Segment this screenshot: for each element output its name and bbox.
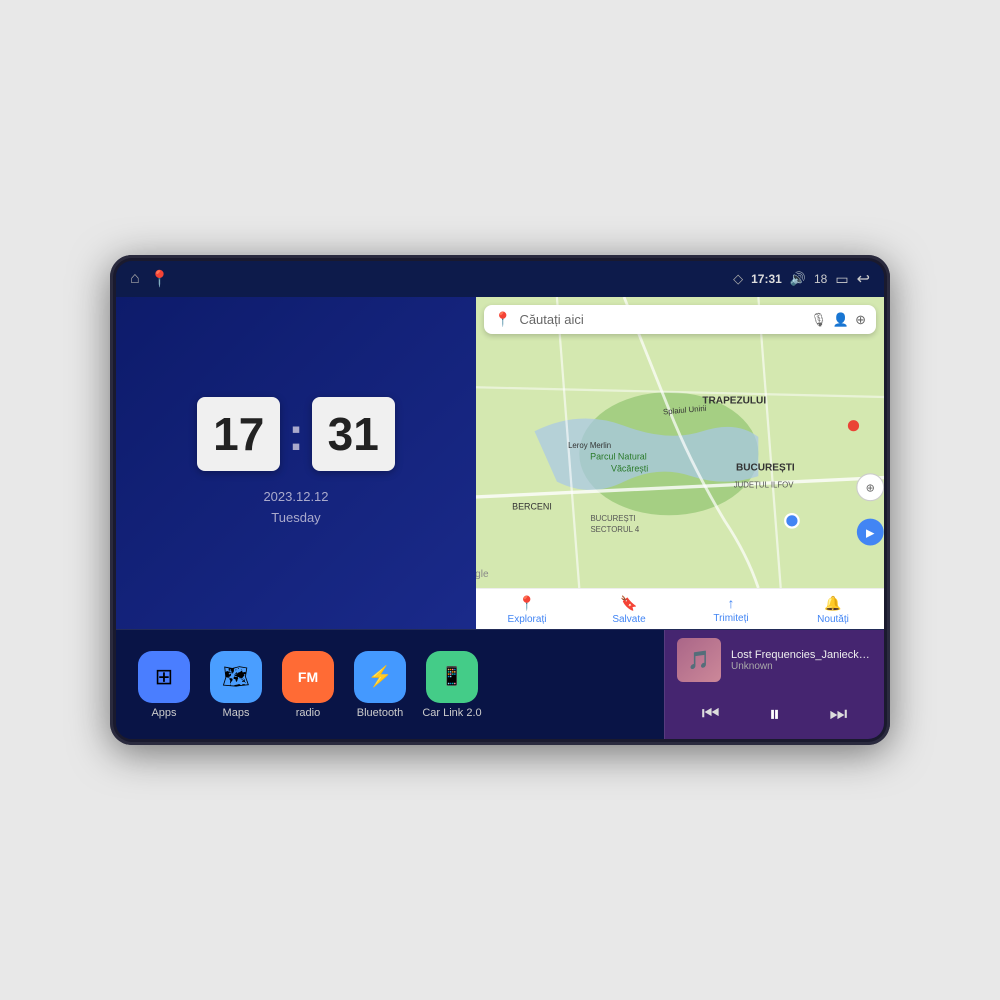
maps-nav-icon[interactable]: 📍 [150, 269, 170, 289]
map-body: TRAPEZULUI BUCUREȘTI JUDEȚUL ILFOV BERCE… [476, 297, 884, 588]
battery-icon: ▭ [835, 271, 848, 288]
device-screen: ⌂ 📍 ◇ 17:31 🔊 18 ▭ ↩ 17 : [116, 261, 884, 739]
account-icon[interactable]: 👤 [833, 312, 849, 328]
clock-hour: 17 [197, 397, 280, 471]
app-item-bluetooth[interactable]: ⚡ Bluetooth [348, 651, 412, 719]
music-artist: Unknown [731, 661, 872, 672]
prev-button[interactable]: ⏮ [694, 699, 728, 730]
news-icon: 🔔 [824, 595, 841, 612]
clock-colon: : [288, 397, 303, 471]
music-info-section: 🎵 Lost Frequencies_Janieck Devy-... Unkn… [677, 638, 872, 682]
map-tab-exploreaza-label: Explorați [508, 614, 547, 625]
map-tab-trimiteti[interactable]: ↑ Trimiteți [680, 595, 782, 625]
map-tab-salvate[interactable]: 🔖 Salvate [578, 595, 680, 625]
svg-text:BERCENI: BERCENI [512, 502, 552, 512]
radio-label: radio [296, 707, 320, 719]
clock-minute: 31 [312, 397, 395, 471]
gps-icon: ◇ [733, 271, 743, 287]
clock-display: 17 : 31 [197, 397, 395, 471]
map-bottom-bar: 📍 Explorați 🔖 Salvate ↑ Trimiteți 🔔 [476, 588, 884, 629]
apps-section: ⊞ Apps 🗺 Maps FM radio ⚡ Bluetooth [116, 630, 664, 739]
svg-text:Văcărești: Văcărești [611, 464, 648, 474]
back-icon[interactable]: ↩ [857, 269, 870, 289]
apps-label: Apps [151, 707, 176, 719]
music-title: Lost Frequencies_Janieck Devy-... [731, 649, 872, 661]
map-search-text: Căutați aici [519, 312, 802, 327]
car-display-device: ⌂ 📍 ◇ 17:31 🔊 18 ▭ ↩ 17 : [110, 255, 890, 745]
svg-text:SECTORUL 4: SECTORUL 4 [590, 525, 639, 534]
maps-label: Maps [223, 707, 250, 719]
map-tab-exploreaza[interactable]: 📍 Explorați [476, 595, 578, 625]
map-tab-trimiteti-label: Trimiteți [713, 613, 748, 624]
explore-icon: 📍 [518, 595, 535, 612]
layers-icon[interactable]: ⊕ [855, 312, 866, 328]
bottom-section: ⊞ Apps 🗺 Maps FM radio ⚡ Bluetooth [116, 629, 884, 739]
map-search-bar[interactable]: 📍 Căutați aici 🎙 👤 ⊕ [484, 305, 876, 334]
map-pin-icon: 📍 [494, 311, 511, 328]
bluetooth-icon: ⚡ [354, 651, 406, 703]
mic-icon[interactable]: 🎙 [810, 312, 827, 328]
svg-text:TRAPEZULUI: TRAPEZULUI [702, 395, 766, 406]
main-content: 17 : 31 2023.12.12 Tuesday 📍 Căutați aic… [116, 297, 884, 739]
radio-icon: FM [282, 651, 334, 703]
status-bar: ⌂ 📍 ◇ 17:31 🔊 18 ▭ ↩ [116, 261, 884, 297]
app-item-radio[interactable]: FM radio [276, 651, 340, 719]
svg-text:BUCUREȘTI: BUCUREȘTI [590, 514, 635, 523]
bluetooth-label: Bluetooth [357, 707, 403, 719]
music-info: Lost Frequencies_Janieck Devy-... Unknow… [731, 649, 872, 672]
app-item-carlink[interactable]: 📱 Car Link 2.0 [420, 651, 484, 719]
app-item-apps[interactable]: ⊞ Apps [132, 651, 196, 719]
clock-date: 2023.12.12 Tuesday [263, 487, 328, 529]
map-tab-noutati[interactable]: 🔔 Noutăți [782, 595, 884, 625]
status-time: 17:31 [751, 272, 782, 286]
map-action-icons: 🎙 👤 ⊕ [810, 312, 866, 328]
next-button[interactable]: ⏭ [821, 699, 855, 730]
saved-icon: 🔖 [620, 595, 637, 612]
carlink-label: Car Link 2.0 [422, 707, 481, 719]
volume-level: 18 [814, 272, 827, 286]
clock-widget: 17 : 31 2023.12.12 Tuesday [116, 297, 476, 629]
play-pause-button[interactable]: ⏸ [761, 697, 788, 731]
share-icon: ↑ [728, 595, 735, 611]
music-player: 🎵 Lost Frequencies_Janieck Devy-... Unkn… [664, 630, 884, 739]
top-section: 17 : 31 2023.12.12 Tuesday 📍 Căutați aic… [116, 297, 884, 629]
svg-text:Leroy Merlin: Leroy Merlin [568, 441, 611, 450]
svg-text:Parcul Natural: Parcul Natural [590, 451, 647, 461]
music-album-art: 🎵 [677, 638, 721, 682]
status-right: ◇ 17:31 🔊 18 ▭ ↩ [733, 269, 870, 289]
svg-text:Google: Google [476, 569, 489, 580]
map-tab-noutati-label: Noutăți [817, 614, 849, 625]
map-tab-salvate-label: Salvate [612, 614, 645, 625]
map-widget: 📍 Căutați aici 🎙 👤 ⊕ [476, 297, 884, 629]
status-left: ⌂ 📍 [130, 269, 170, 289]
maps-icon: 🗺 [210, 651, 262, 703]
svg-text:JUDEȚUL ILFOV: JUDEȚUL ILFOV [734, 480, 795, 489]
carlink-icon: 📱 [426, 651, 478, 703]
app-item-maps[interactable]: 🗺 Maps [204, 651, 268, 719]
apps-icon: ⊞ [138, 651, 190, 703]
music-controls: ⏮ ⏸ ⏭ [677, 693, 872, 731]
volume-icon: 🔊 [790, 271, 806, 287]
svg-text:▶: ▶ [866, 528, 875, 540]
svg-text:BUCUREȘTI: BUCUREȘTI [736, 462, 795, 473]
home-icon[interactable]: ⌂ [130, 270, 140, 288]
svg-text:⊕: ⊕ [866, 483, 875, 495]
